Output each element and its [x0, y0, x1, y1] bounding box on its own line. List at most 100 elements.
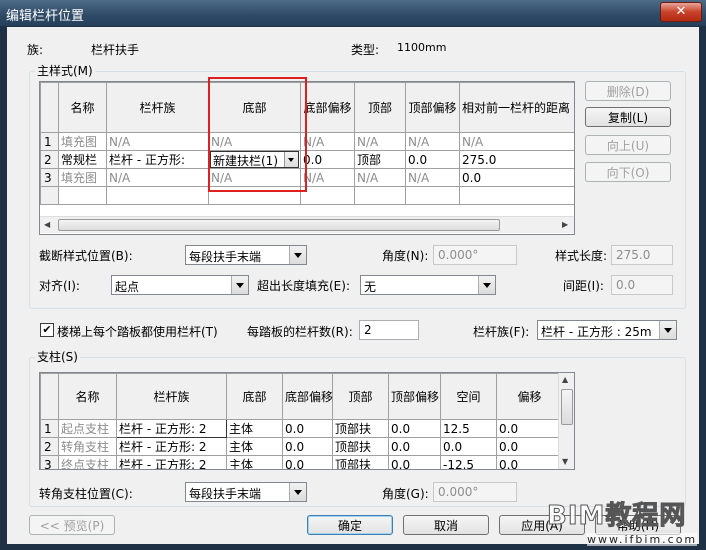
posts-header-base[interactable]: 底部: [226, 373, 283, 420]
table-row[interactable]: 2 转角支柱 栏杆 - 正方形: 2 主体 0.0 顶部扶 0.0 0.0 0.…: [40, 437, 563, 456]
corner-post-select[interactable]: 每段扶手末端: [185, 482, 307, 502]
row-name[interactable]: 填充图: [58, 168, 107, 187]
scroll-up-icon[interactable]: ▲: [562, 375, 568, 384]
posts-header-family[interactable]: 栏杆族: [116, 373, 227, 420]
posts-header-top[interactable]: 顶部: [332, 373, 389, 420]
pattern-length-field[interactable]: 275.0: [611, 245, 673, 265]
table-row[interactable]: 1 填充图 N/A N/A N/A N/A N/A N/A: [40, 132, 574, 151]
row-top-offset[interactable]: 0.0: [388, 419, 441, 438]
close-button[interactable]: ✕: [660, 2, 702, 22]
cancel-button[interactable]: 取消: [403, 515, 489, 535]
main-header-distance[interactable]: 相对前一栏杆的距离: [459, 82, 574, 133]
table-row[interactable]: 3 填充图 N/A N/A N/A N/A N/A 0.0: [40, 168, 574, 187]
row-name[interactable]: 起点支柱: [58, 419, 117, 438]
row-top-offset[interactable]: 0.0: [388, 455, 441, 469]
row-name[interactable]: 常规栏: [58, 150, 107, 169]
main-header-top[interactable]: 顶部: [354, 82, 406, 133]
scroll-thumb[interactable]: [561, 389, 573, 425]
main-horizontal-scrollbar[interactable]: ◀ ▶: [40, 216, 574, 233]
row-offset[interactable]: 0.0: [496, 419, 563, 438]
row-baluster-family[interactable]: N/A: [106, 168, 209, 187]
row-base-offset[interactable]: N/A: [300, 168, 355, 187]
table-row[interactable]: 2 常规栏 栏杆 - 正方形: 新建扶栏(1) 0.0 顶部 0.0 275.0: [40, 150, 574, 169]
main-pattern-table[interactable]: 名称 栏杆族 底部 底部偏移 顶部 顶部偏移 相对前一栏杆的距离 1 填充图 N…: [39, 81, 575, 235]
scroll-down-icon[interactable]: ▼: [562, 457, 568, 466]
row-name[interactable]: 转角支柱: [58, 437, 117, 456]
row-distance[interactable]: 275.0: [459, 150, 574, 169]
scroll-right-icon[interactable]: ▶: [562, 220, 568, 229]
row-baluster-family[interactable]: N/A: [106, 132, 209, 151]
per-tread-checkbox[interactable]: ✔: [40, 323, 54, 337]
watermark-url: www.ifbim.com: [587, 533, 698, 546]
chevron-down-icon[interactable]: [289, 483, 306, 501]
row-offset[interactable]: 0.0: [496, 437, 563, 456]
main-header-base-offset[interactable]: 底部偏移: [300, 82, 355, 133]
chevron-down-icon[interactable]: [478, 276, 495, 294]
row-space[interactable]: -12.5: [440, 455, 497, 469]
break-location-select[interactable]: 每段扶手末端: [185, 245, 307, 265]
posts-header-base-offset[interactable]: 底部偏移: [282, 373, 333, 420]
row-base-offset[interactable]: 0.0: [282, 437, 333, 456]
row-family[interactable]: 栏杆 - 正方形: 2: [116, 419, 227, 438]
row-distance[interactable]: N/A: [459, 132, 574, 151]
row-top[interactable]: N/A: [354, 132, 406, 151]
scroll-left-icon[interactable]: ◀: [44, 220, 50, 229]
row-name[interactable]: 终点支柱: [58, 455, 117, 469]
row-top-offset[interactable]: 0.0: [388, 437, 441, 456]
move-up-button[interactable]: 向上(U): [585, 135, 671, 155]
row-base-offset[interactable]: 0.0: [282, 455, 333, 469]
excess-length-value: 无: [364, 280, 377, 294]
main-header-top-offset[interactable]: 顶部偏移: [405, 82, 460, 133]
row-space[interactable]: 12.5: [440, 419, 497, 438]
angle-field[interactable]: 0.000°: [433, 245, 517, 265]
table-row[interactable]: 1 起点支柱 栏杆 - 正方形: 2 主体 0.0 顶部扶 0.0 12.5 0…: [40, 419, 563, 438]
delete-button[interactable]: 删除(D): [585, 81, 671, 101]
chevron-down-icon[interactable]: [231, 276, 248, 294]
row-baluster-family[interactable]: 栏杆 - 正方形:: [106, 150, 209, 169]
per-tread-checkbox-label[interactable]: 楼梯上每个踏板都使用栏杆(T): [57, 323, 218, 340]
scroll-thumb[interactable]: [58, 219, 500, 231]
row-top[interactable]: 顶部扶: [332, 437, 389, 456]
row-top-offset[interactable]: 0.0: [405, 150, 460, 169]
main-header-name[interactable]: 名称: [58, 82, 107, 133]
posts-header-name[interactable]: 名称: [58, 373, 117, 420]
row-base[interactable]: 主体: [226, 437, 283, 456]
row-name[interactable]: 填充图: [58, 132, 107, 151]
posts-angle-field[interactable]: 0.000°: [433, 482, 517, 502]
row-base[interactable]: 主体: [226, 455, 283, 469]
table-row[interactable]: 3 终点支柱 栏杆 - 正方形: 2 主体 0.0 顶部扶 0.0 -12.5 …: [40, 455, 563, 469]
title-bar[interactable]: 编辑栏杆位置 ✕: [0, 0, 706, 26]
row-base[interactable]: 主体: [226, 419, 283, 438]
row-base-offset[interactable]: N/A: [300, 132, 355, 151]
justify-select[interactable]: 起点: [111, 275, 249, 295]
row-top[interactable]: 顶部扶: [332, 455, 389, 469]
main-header-baluster-family[interactable]: 栏杆族: [106, 82, 209, 133]
row-space[interactable]: 0.0: [440, 437, 497, 456]
excess-length-select[interactable]: 无: [360, 275, 496, 295]
chevron-down-icon[interactable]: [289, 246, 306, 264]
row-family[interactable]: 栏杆 - 正方形: 2: [116, 455, 227, 469]
chevron-down-icon[interactable]: [659, 321, 676, 339]
row-base-offset[interactable]: 0.0: [282, 419, 333, 438]
spacing-field[interactable]: 0.0: [611, 275, 673, 295]
preview-button[interactable]: << 预览(P): [29, 515, 115, 535]
row-top-offset[interactable]: N/A: [405, 168, 460, 187]
copy-button[interactable]: 复制(L): [585, 107, 671, 127]
baluster-family-select[interactable]: 栏杆 - 正方形 : 25m: [537, 320, 677, 340]
balusters-per-tread-field[interactable]: 2: [359, 320, 419, 340]
row-distance[interactable]: 0.0: [459, 168, 574, 187]
posts-header-space[interactable]: 空间: [440, 373, 497, 420]
posts-table[interactable]: 名称 栏杆族 底部 底部偏移 顶部 顶部偏移 空间 偏移 1 起点支柱 栏杆 -…: [39, 372, 575, 470]
row-base-offset[interactable]: 0.0: [300, 150, 355, 169]
row-family[interactable]: 栏杆 - 正方形: 2: [116, 437, 227, 456]
ok-button[interactable]: 确定: [307, 515, 393, 535]
row-top[interactable]: 顶部扶: [332, 419, 389, 438]
posts-header-offset[interactable]: 偏移: [496, 373, 563, 420]
move-down-button[interactable]: 向下(O): [585, 162, 671, 182]
row-offset[interactable]: 0.0: [496, 455, 563, 469]
posts-header-top-offset[interactable]: 顶部偏移: [388, 373, 441, 420]
posts-vertical-scrollbar[interactable]: ▲ ▼: [558, 373, 574, 469]
row-top-offset[interactable]: N/A: [405, 132, 460, 151]
row-top[interactable]: N/A: [354, 168, 406, 187]
row-top[interactable]: 顶部: [354, 150, 406, 169]
